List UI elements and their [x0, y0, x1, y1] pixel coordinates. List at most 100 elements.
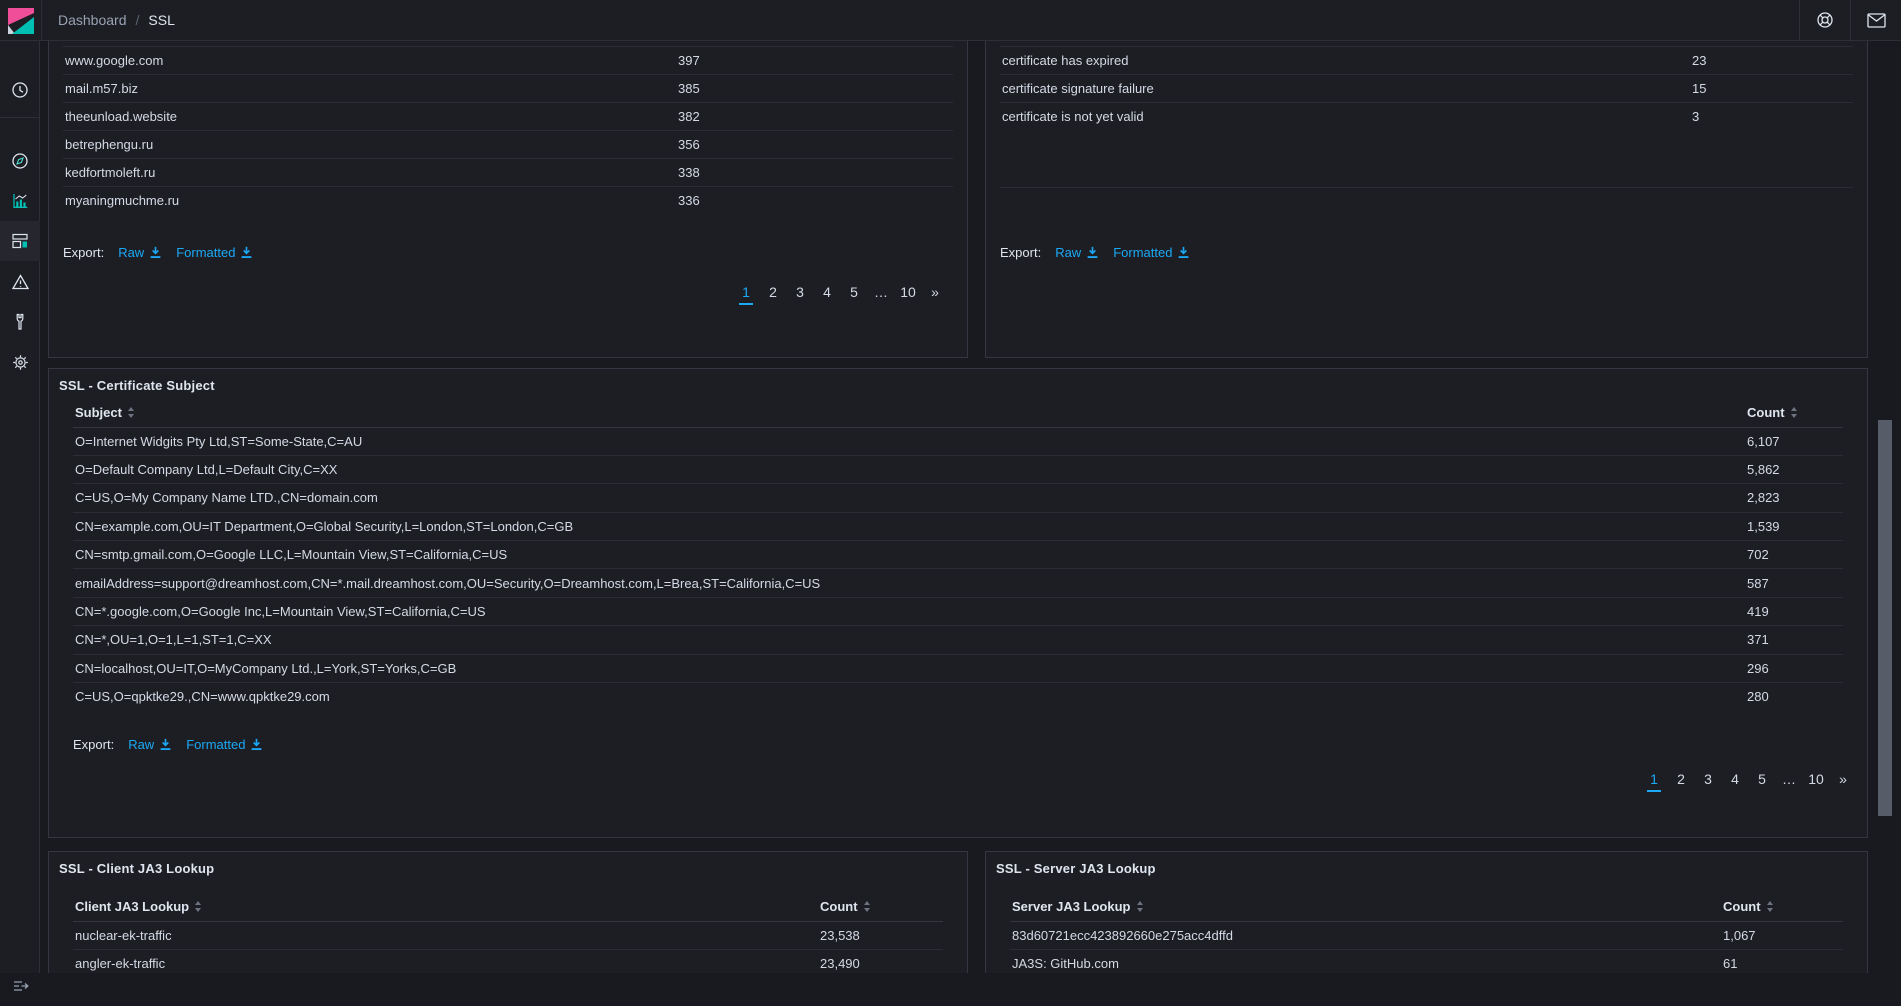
export-raw-link[interactable]: Raw — [1055, 245, 1099, 260]
page-scrollbar[interactable] — [1878, 420, 1892, 816]
page-5[interactable]: 5 — [844, 282, 864, 302]
help-icon — [1816, 11, 1834, 29]
table-row: emailAddress=support@dreamhost.com,CN=*.… — [73, 569, 1843, 597]
breadcrumb-dashboard[interactable]: Dashboard — [58, 12, 127, 28]
nav-visualize[interactable] — [0, 181, 40, 221]
page-3[interactable]: 3 — [790, 282, 810, 302]
cell-count: 338 — [676, 159, 953, 187]
cell-label: 83d60721ecc423892660e275acc4dffd — [1010, 921, 1721, 949]
cell-subject: emailAddress=support@dreamhost.com,CN=*.… — [73, 569, 1745, 597]
column-header-count[interactable]: Count — [1721, 893, 1843, 921]
export-formatted-link[interactable]: Formatted — [186, 737, 263, 752]
expand-menu-icon — [12, 978, 29, 994]
nav-devtools[interactable] — [0, 302, 40, 342]
panel-top-domains: www.google.com397 mail.m57.biz385 theeun… — [48, 41, 968, 358]
column-header-count[interactable]: Count — [818, 893, 943, 921]
download-icon — [149, 246, 162, 259]
cert-status-table: certificate has expired23 certificate si… — [1000, 46, 1853, 131]
alert-triangle-icon — [11, 273, 30, 291]
column-header-label[interactable]: Client JA3 Lookup — [73, 893, 818, 921]
nav-discover[interactable] — [0, 141, 40, 181]
sort-icon — [1766, 901, 1774, 912]
cell-label: certificate signature failure — [1000, 75, 1690, 103]
table-row: CN=*.google.com,O=Google Inc,L=Mountain … — [73, 597, 1843, 625]
panel-cert-status: certificate has expired23 certificate si… — [985, 41, 1868, 358]
nav-dashboard[interactable] — [0, 221, 40, 261]
panel-title: SSL - Certificate Subject — [49, 369, 1867, 393]
page-4[interactable]: 4 — [1725, 769, 1745, 789]
column-header-label[interactable]: Server JA3 Lookup — [1010, 893, 1721, 921]
export-label: Export: — [73, 737, 114, 752]
sort-icon — [1790, 407, 1798, 418]
export-formatted-link[interactable]: Formatted — [1113, 245, 1190, 260]
cell-subject: C=US,O=qpktke29.,CN=www.qpktke29.com — [73, 683, 1745, 711]
cell-count: 2,823 — [1745, 484, 1843, 512]
table-row: theeunload.website382 — [63, 103, 953, 131]
page-4[interactable]: 4 — [817, 282, 837, 302]
download-icon — [1177, 246, 1190, 259]
page-10[interactable]: 10 — [1806, 769, 1826, 789]
sort-icon — [863, 901, 871, 912]
download-icon — [1086, 246, 1099, 259]
cell-subject: CN=example.com,OU=IT Department,O=Global… — [73, 512, 1745, 540]
page-1[interactable]: 1 — [736, 282, 756, 302]
page-next[interactable]: » — [925, 282, 945, 302]
download-icon — [250, 738, 263, 751]
export-controls: Export: Raw Formatted — [1000, 245, 1853, 260]
kibana-logo[interactable] — [0, 0, 41, 41]
export-label: Export: — [63, 245, 104, 260]
table-row: kedfortmoleft.ru338 — [63, 159, 953, 187]
nav-expand[interactable] — [0, 966, 40, 1006]
cell-label: theeunload.website — [63, 103, 676, 131]
nav-management[interactable] — [0, 342, 40, 382]
nav-alerts[interactable] — [0, 262, 40, 302]
pagination: 1 2 3 4 5 … 10 » — [1644, 769, 1853, 789]
cell-count: 587 — [1745, 569, 1843, 597]
cell-subject: O=Internet Widgits Pty Ltd,ST=Some-State… — [73, 427, 1745, 455]
export-controls: Export: Raw Formatted — [73, 737, 1843, 752]
cell-count: 397 — [676, 47, 953, 75]
page-1[interactable]: 1 — [1644, 769, 1664, 789]
cell-label: myaningmuchme.ru — [63, 187, 676, 215]
cell-label: nuclear-ek-traffic — [73, 921, 818, 949]
server-ja3-table: Server JA3 Lookup Count 83d60721ecc42389… — [1010, 893, 1843, 977]
sort-icon — [1136, 901, 1144, 912]
sort-icon — [127, 407, 135, 418]
export-raw-link[interactable]: Raw — [128, 737, 172, 752]
table-row: nuclear-ek-traffic23,538 — [73, 921, 943, 949]
table-row: CN=example.com,OU=IT Department,O=Global… — [73, 512, 1843, 540]
page-2[interactable]: 2 — [763, 282, 783, 302]
cell-count: 1,539 — [1745, 512, 1843, 540]
panel-server-ja3: SSL - Server JA3 Lookup Server JA3 Looku… — [985, 851, 1868, 973]
page-2[interactable]: 2 — [1671, 769, 1691, 789]
table-header-row: Subject Count — [73, 399, 1843, 427]
panel-title: SSL - Client JA3 Lookup — [49, 852, 967, 876]
pagination: 1 2 3 4 5 … 10 » — [736, 282, 945, 302]
page-10[interactable]: 10 — [898, 282, 918, 302]
dashboard-icon — [11, 232, 29, 250]
client-ja3-table: Client JA3 Lookup Count nuclear-ek-traff… — [73, 893, 943, 977]
cell-count: 336 — [676, 187, 953, 215]
page-3[interactable]: 3 — [1698, 769, 1718, 789]
table-header-row: Server JA3 Lookup Count — [1010, 893, 1843, 921]
column-header-count[interactable]: Count — [1745, 399, 1843, 427]
cell-count: 702 — [1745, 541, 1843, 569]
page-5[interactable]: 5 — [1752, 769, 1772, 789]
cell-count: 382 — [676, 103, 953, 131]
panel-certificate-subject: SSL - Certificate Subject Subject Count … — [48, 368, 1868, 838]
cell-count: 5,862 — [1745, 455, 1843, 483]
export-formatted-link[interactable]: Formatted — [176, 245, 253, 260]
page-ellipsis: … — [871, 282, 891, 302]
cell-label: certificate has expired — [1000, 47, 1690, 75]
cell-count: 356 — [676, 131, 953, 159]
cell-label: betrephengu.ru — [63, 131, 676, 159]
page-next[interactable]: » — [1833, 769, 1853, 789]
top-domains-table: www.google.com397 mail.m57.biz385 theeun… — [63, 46, 953, 215]
mail-button[interactable] — [1850, 0, 1901, 40]
export-controls: Export: Raw Formatted — [63, 245, 953, 260]
table-header-row: Client JA3 Lookup Count — [73, 893, 943, 921]
export-raw-link[interactable]: Raw — [118, 245, 162, 260]
column-header-subject[interactable]: Subject — [73, 399, 1745, 427]
help-button[interactable] — [1799, 0, 1850, 40]
nav-recent[interactable] — [0, 70, 40, 110]
